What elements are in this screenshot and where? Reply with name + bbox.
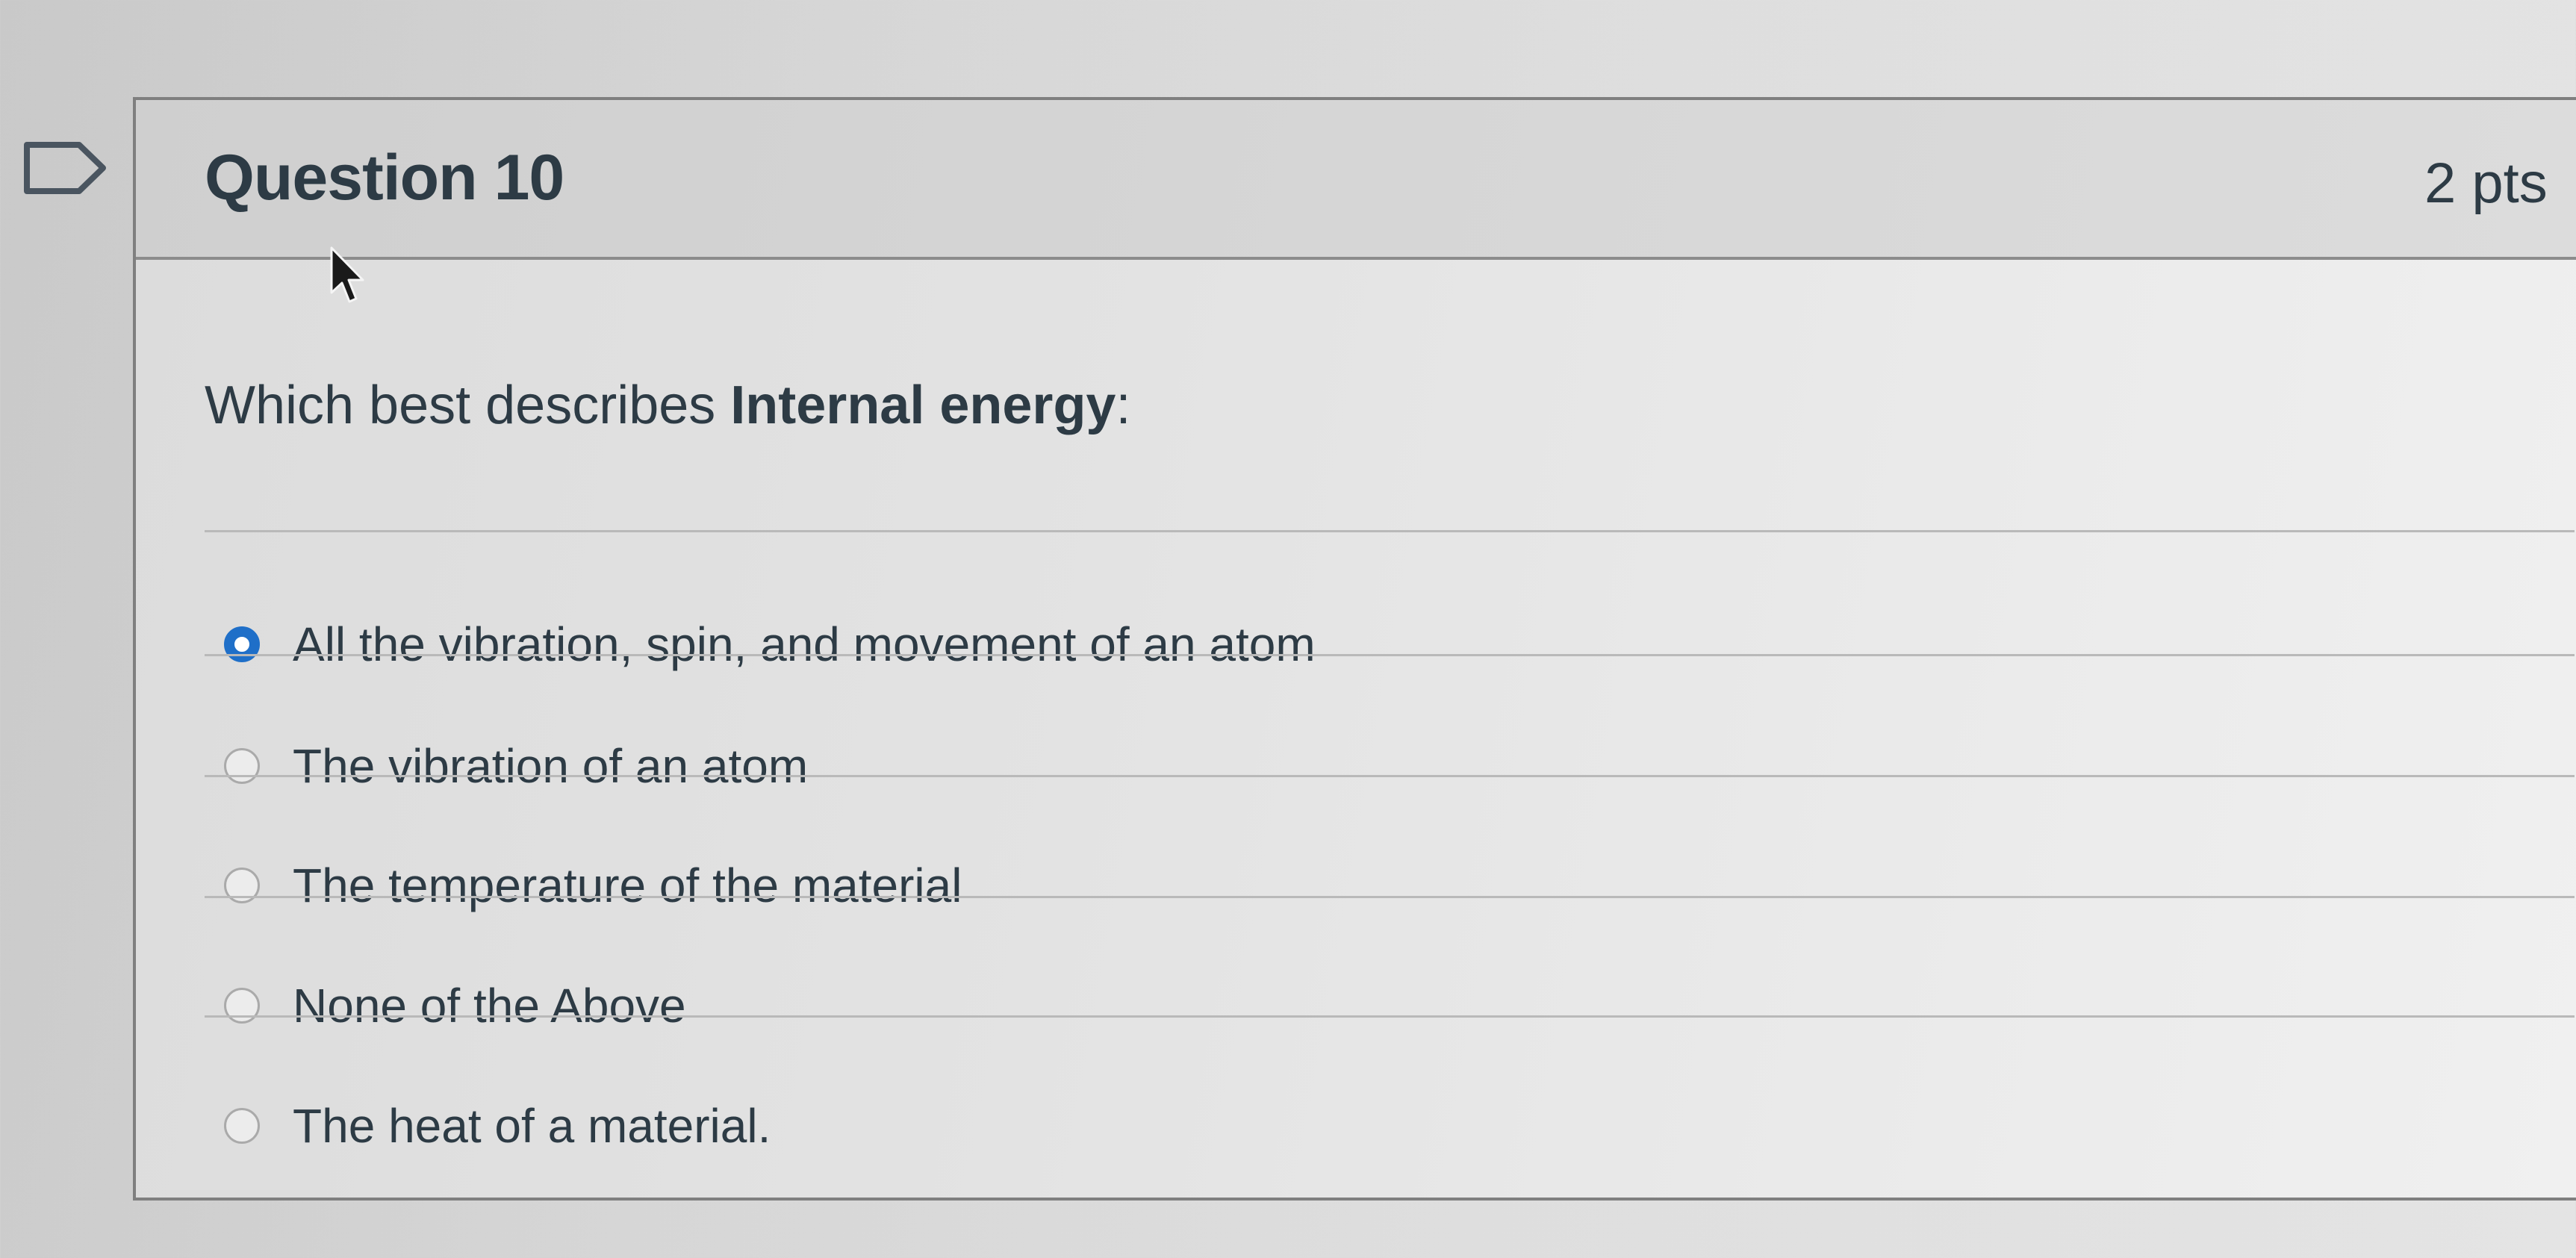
question-points: 2 pts bbox=[2424, 152, 2548, 215]
radio-button-selected[interactable] bbox=[224, 626, 260, 662]
question-header: Question 10 2 pts bbox=[136, 100, 2576, 260]
mouse-pointer-icon bbox=[330, 246, 364, 303]
answer-option[interactable]: The heat of a material. bbox=[224, 1074, 771, 1178]
radio-button[interactable] bbox=[224, 988, 260, 1024]
divider bbox=[205, 654, 2575, 656]
answer-option[interactable]: None of the Above bbox=[224, 953, 686, 1058]
divider bbox=[205, 1015, 2575, 1018]
radio-button[interactable] bbox=[224, 748, 260, 784]
question-prompt: Which best describes Internal energy: bbox=[205, 375, 1130, 436]
prompt-bold-term: Internal energy bbox=[730, 376, 1116, 435]
question-card: Question 10 2 pts Which best describes I… bbox=[133, 97, 2576, 1201]
answer-label: All the vibration, spin, and movement of… bbox=[293, 617, 1316, 671]
answer-label: None of the Above bbox=[293, 979, 686, 1033]
answer-label: The heat of a material. bbox=[293, 1099, 771, 1153]
divider bbox=[205, 775, 2575, 777]
answer-option[interactable]: The temperature of the material bbox=[224, 833, 962, 938]
prompt-suffix: : bbox=[1116, 376, 1131, 435]
flag-question-icon[interactable] bbox=[21, 139, 109, 197]
answer-label: The temperature of the material bbox=[293, 859, 962, 912]
prompt-text: Which best describes bbox=[205, 376, 731, 435]
divider bbox=[205, 896, 2575, 898]
answer-option[interactable]: The vibration of an atom bbox=[224, 714, 808, 818]
answer-option[interactable]: All the vibration, spin, and movement of… bbox=[224, 592, 1316, 697]
question-title: Question 10 bbox=[205, 142, 564, 214]
divider bbox=[205, 530, 2575, 532]
answer-label: The vibration of an atom bbox=[293, 739, 809, 793]
radio-button[interactable] bbox=[224, 1108, 260, 1144]
